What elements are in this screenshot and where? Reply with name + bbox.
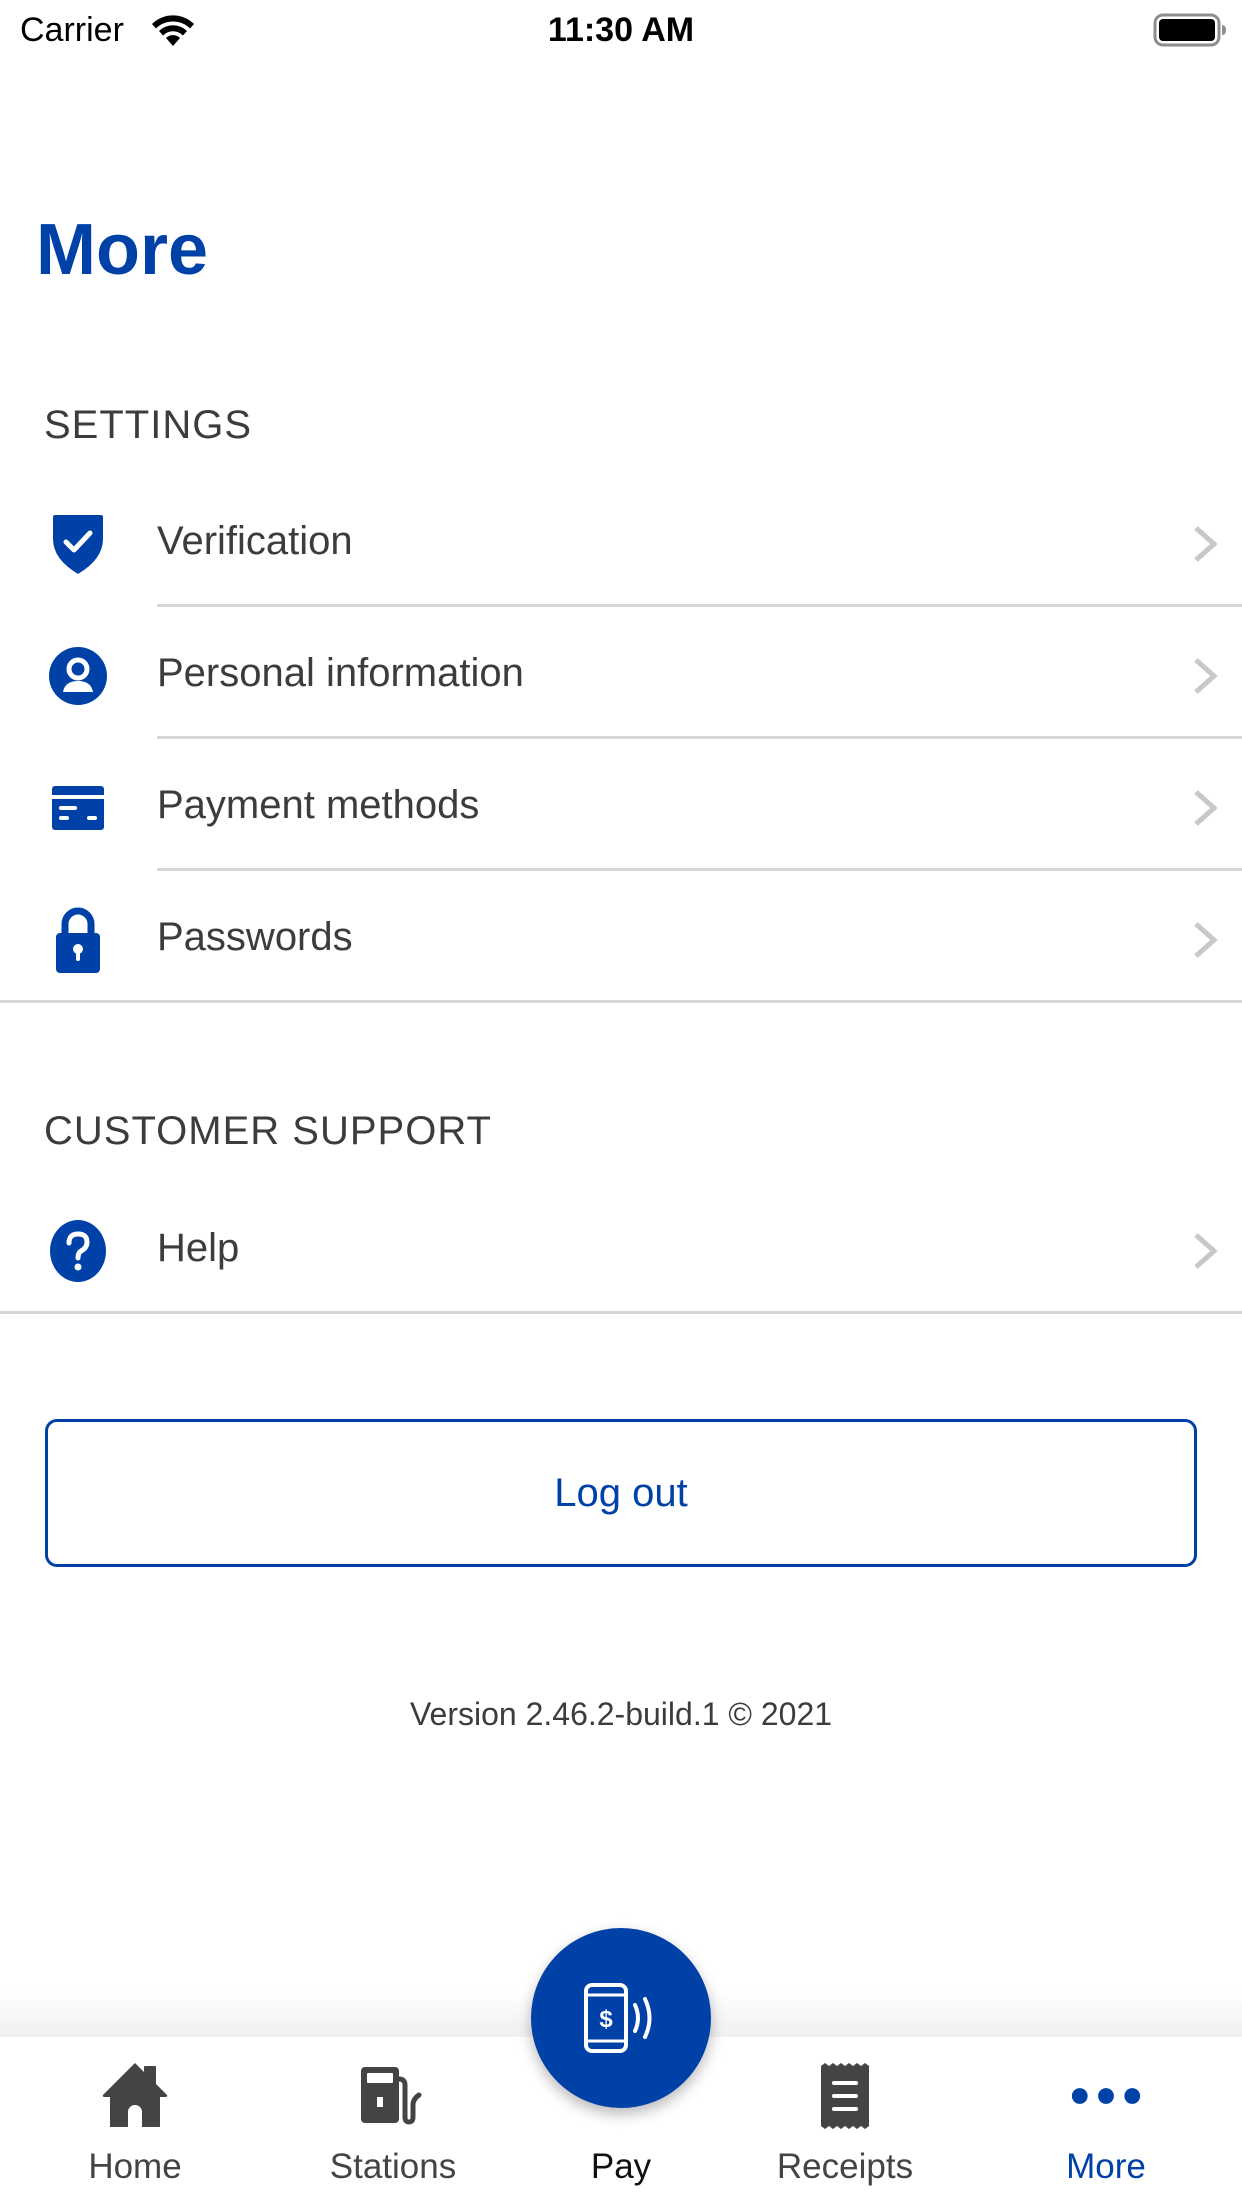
tab-stations[interactable]: Stations — [293, 2037, 493, 2208]
tab-label: More — [1066, 2147, 1146, 2186]
pay-button[interactable]: $ — [531, 1928, 711, 2108]
tab-label: Receipts — [776, 2147, 914, 2186]
settings-item-verification[interactable]: Verification — [0, 475, 1242, 607]
divider — [0, 1000, 1242, 1003]
settings-item-label: Passwords — [157, 915, 353, 959]
question-circle-icon — [43, 1218, 113, 1284]
settings-item-label: Personal information — [157, 651, 524, 695]
more-dots-icon — [1071, 2061, 1141, 2131]
page-title: More — [36, 210, 209, 290]
tab-label: Home — [88, 2147, 182, 2186]
home-icon — [100, 2061, 170, 2131]
clock: 11:30 AM — [547, 11, 695, 49]
settings-item-label: Payment methods — [157, 783, 480, 827]
fuel-pump-icon — [358, 2061, 428, 2131]
lock-icon — [43, 907, 113, 973]
tab-more[interactable]: More — [1006, 2037, 1206, 2208]
settings-item-personal-information[interactable]: Personal information — [0, 607, 1242, 739]
status-bar: Carrier 11:30 AM — [0, 0, 1242, 60]
battery-full-icon — [1153, 13, 1226, 47]
section-header-settings: SETTINGS — [44, 403, 253, 447]
support-item-label: Help — [157, 1226, 240, 1270]
version-label: Version 2.46.2-build.1 © 2021 — [409, 1696, 833, 1732]
section-header-customer-support: CUSTOMER SUPPORT — [44, 1109, 492, 1153]
tab-home[interactable]: Home — [35, 2037, 235, 2208]
chevron-right-icon — [1194, 790, 1218, 826]
chevron-right-icon — [1194, 922, 1218, 958]
chevron-right-icon — [1194, 526, 1218, 562]
settings-item-label: Verification — [157, 519, 353, 563]
logout-button[interactable]: Log out — [45, 1419, 1197, 1567]
settings-item-passwords[interactable]: Passwords — [0, 871, 1242, 1003]
tab-label: Pay — [590, 2147, 652, 2186]
phone-pay-icon: $ — [584, 1983, 652, 2053]
shield-check-icon — [43, 511, 113, 577]
credit-card-icon — [43, 775, 113, 841]
divider — [0, 1311, 1242, 1314]
tab-receipts[interactable]: Receipts — [745, 2037, 945, 2208]
chevron-right-icon — [1194, 658, 1218, 694]
settings-item-payment-methods[interactable]: Payment methods — [0, 739, 1242, 871]
support-item-help[interactable]: Help — [0, 1182, 1242, 1314]
tab-label: Stations — [329, 2147, 457, 2186]
svg-text:$: $ — [599, 2006, 613, 2033]
person-circle-icon — [43, 643, 113, 709]
chevron-right-icon — [1194, 1233, 1218, 1269]
receipt-icon — [810, 2061, 880, 2131]
settings-list: Verification Personal information Paymen… — [0, 475, 1242, 1003]
support-list: Help — [0, 1182, 1242, 1314]
